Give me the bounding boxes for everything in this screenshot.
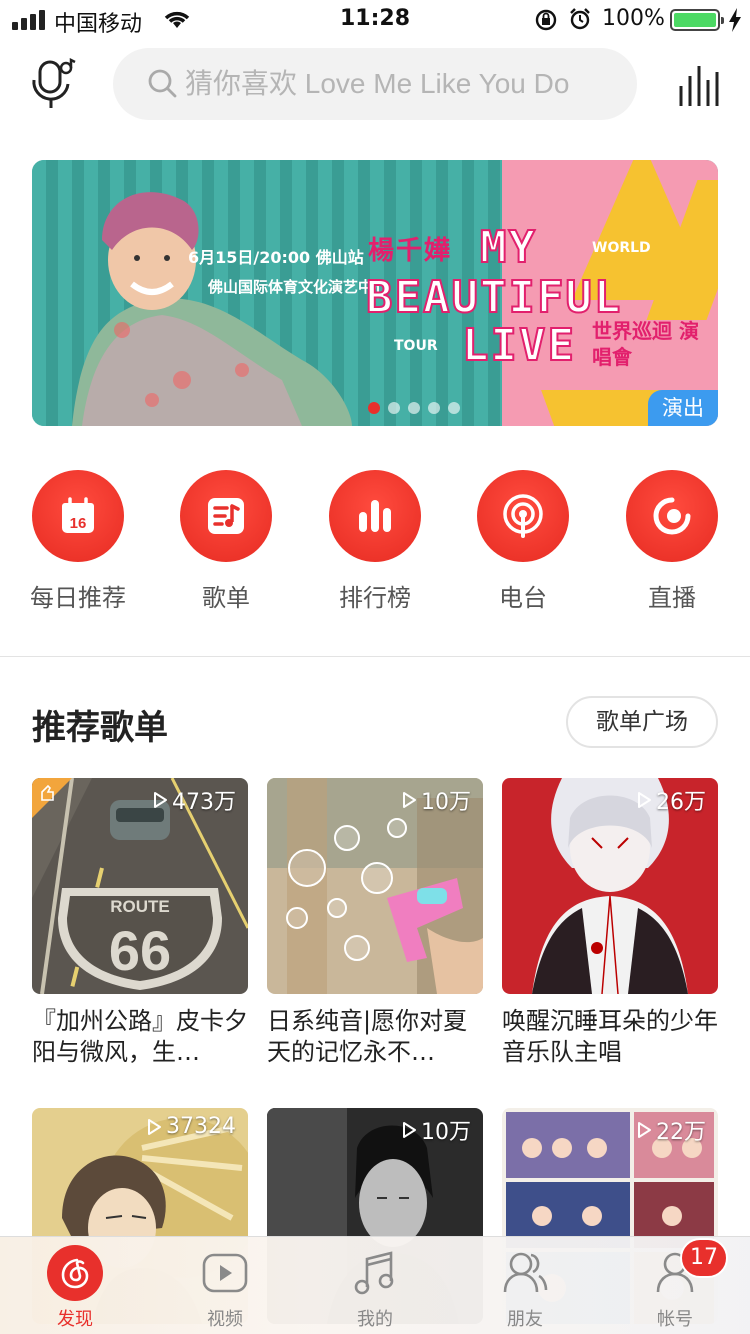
playlist-square-button[interactable]: 歌单广场 [566, 696, 718, 748]
shortcut-label: 电台 [499, 584, 547, 612]
playlist-title: 日系纯音|愿你对夏天的记忆永不… [267, 1007, 468, 1066]
playlist-icon [208, 498, 244, 534]
shortcut-live[interactable]: 直播 [602, 470, 742, 613]
play-icon [638, 1122, 651, 1138]
shortcut-row: 16 每日推荐 歌单 排行榜 电台 直播 [0, 470, 750, 620]
play-icon [154, 792, 167, 808]
banner-title-line1: MY [479, 221, 537, 274]
banner-pagination[interactable] [368, 402, 460, 414]
shortcut-label: 歌单 [202, 584, 250, 612]
banner-title-line3: LIVE [461, 319, 576, 372]
shortcut-label: 直播 [648, 584, 696, 612]
friends-icon [503, 1252, 548, 1293]
play-count: 22万 [634, 1114, 706, 1146]
calendar-day: 16 [70, 515, 87, 532]
banner-dot[interactable] [368, 402, 380, 414]
playlist-title: 唤醒沉睡耳朵的少年音乐队主唱 [502, 1007, 718, 1066]
notification-badge: 17 [680, 1238, 728, 1278]
playlist-title: 『加州公路』皮卡夕阳与微风，生… [32, 1007, 248, 1066]
video-icon [202, 1253, 248, 1293]
banner-title-line2: BEAUTIFUL [365, 271, 623, 324]
battery-percent: 100% [602, 6, 665, 31]
ranking-icon [359, 500, 391, 532]
shortcut-label: 排行榜 [339, 584, 411, 612]
playlist-card[interactable]: 26万 唤醒沉睡耳朵的少年音乐队主唱 [502, 778, 718, 1068]
banner-dot[interactable] [428, 402, 440, 414]
svg-text:66: 66 [109, 919, 171, 982]
banner-dot[interactable] [408, 402, 420, 414]
playlist-cover: 26万 [502, 778, 718, 994]
now-playing-icon[interactable] [678, 64, 722, 106]
banner-tag: 演出 [648, 390, 718, 426]
singer-photo [72, 192, 352, 426]
shortcut-radio[interactable]: 电台 [453, 470, 593, 613]
banner-cn-tour: 世界巡迴 演唱會 [592, 319, 699, 369]
play-icon [148, 1118, 161, 1135]
radio-icon [503, 494, 543, 538]
alarm-icon [570, 8, 590, 30]
banner-venue: 佛山国际体育文化演艺中心 [208, 278, 389, 296]
promo-banner[interactable]: 6月15日/20:00 佛山站 佛山国际体育文化演艺中心 楊千嬅 MY WORL… [32, 160, 718, 426]
live-icon [653, 497, 691, 535]
banner-tour: TOUR [394, 338, 438, 354]
play-count: 26万 [634, 784, 706, 816]
shortcut-label: 每日推荐 [30, 584, 126, 612]
microphone-icon[interactable] [30, 58, 76, 110]
play-count: 10万 [399, 784, 471, 816]
play-count: 10万 [399, 1114, 471, 1146]
tab-label: 视频 [207, 1309, 243, 1330]
shortcut-ranking[interactable]: 排行榜 [305, 470, 445, 613]
section-divider [0, 656, 750, 657]
banner-date: 6月15日/20:00 佛山站 [188, 248, 364, 267]
tab-video[interactable]: 视频 [170, 1245, 280, 1331]
play-icon [403, 1122, 416, 1138]
search-bar[interactable] [113, 48, 637, 120]
banner-dot[interactable] [388, 402, 400, 414]
shortcut-playlist[interactable]: 歌单 [156, 470, 296, 613]
playlist-card[interactable]: 10万 日系纯音|愿你对夏天的记忆永不… [267, 778, 483, 1068]
music-note-icon [354, 1251, 394, 1295]
play-icon [403, 792, 416, 808]
shortcut-daily-recommend[interactable]: 16 每日推荐 [8, 470, 148, 613]
netease-music-icon [61, 1258, 89, 1289]
playlist-cover: ROUTE 66 473万 [32, 778, 248, 994]
play-count: 37324 [144, 1114, 236, 1139]
playlist-card[interactable]: ROUTE 66 473万 『加州公路』皮卡夕阳与微风，生… [32, 778, 248, 1068]
tab-label: 我的 [357, 1309, 393, 1330]
tab-friends[interactable]: 朋友 [470, 1245, 580, 1331]
tab-mine[interactable]: 我的 [320, 1245, 430, 1331]
playlist-cover: 10万 [267, 778, 483, 994]
rotation-lock-icon [535, 9, 557, 31]
svg-text:ROUTE: ROUTE [110, 897, 170, 916]
tab-label: 朋友 [507, 1309, 543, 1330]
battery-icon [670, 9, 724, 31]
play-icon [638, 792, 651, 808]
search-icon [148, 69, 177, 98]
banner-singer: 楊千嬅 [368, 236, 453, 266]
calendar-icon: 16 [62, 497, 94, 533]
banner-world: WORLD [592, 240, 651, 256]
tab-label: 发现 [57, 1309, 93, 1330]
banner-dot[interactable] [448, 402, 460, 414]
tab-label: 帐号 [657, 1309, 693, 1330]
bottom-tab-bar: 发现 视频 我的 朋友 帐号 [0, 1236, 750, 1334]
tab-discover[interactable]: 发现 [20, 1245, 130, 1331]
section-title: 推荐歌单 [32, 708, 168, 748]
status-bar: 中国移动 11:28 100% [0, 0, 750, 40]
play-count: 473万 [150, 784, 236, 816]
charging-icon [729, 8, 741, 32]
search-input[interactable] [185, 62, 625, 106]
hand-icon [41, 784, 54, 801]
